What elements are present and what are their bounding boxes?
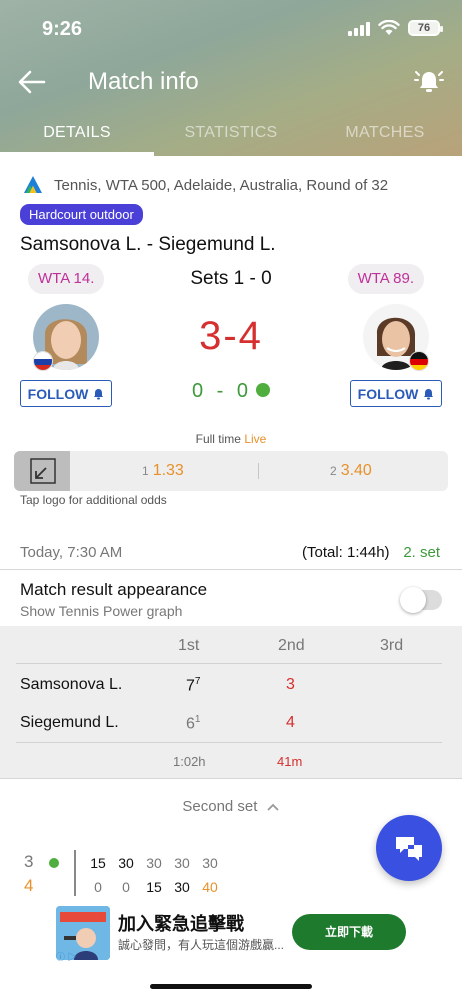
header-set-1: 1st bbox=[178, 637, 200, 654]
header-set-3: 3rd bbox=[380, 637, 404, 654]
league-text: Tennis, WTA 500, Adelaide, Australia, Ro… bbox=[54, 176, 389, 194]
row-divider bbox=[16, 742, 442, 743]
home-set-2: 3 bbox=[286, 676, 295, 693]
pbp-game-home: 3 bbox=[24, 852, 34, 871]
set-1-duration: 1:02h bbox=[173, 754, 206, 769]
tab-statistics[interactable]: STATISTICS bbox=[154, 118, 308, 156]
chat-button[interactable] bbox=[376, 815, 442, 881]
signal-icon bbox=[348, 20, 370, 36]
row-name-home: Samsonova L. bbox=[20, 676, 123, 693]
header: 9:26 76 Match info DETAILS STATISTICS MA… bbox=[0, 0, 462, 156]
tab-bar: DETAILS STATISTICS MATCHES bbox=[0, 118, 462, 156]
divider bbox=[0, 778, 462, 779]
ad-title: 加入緊急追擊戰 bbox=[118, 914, 244, 934]
away-games: 4 bbox=[238, 314, 263, 358]
appearance-title: Match result appearance bbox=[20, 580, 208, 599]
odds-hint: Tap logo for additional odds bbox=[20, 493, 167, 507]
odds-bar: 1 1.33 2 3.40 bbox=[14, 451, 448, 491]
row-divider bbox=[16, 663, 442, 664]
row-name-away: Siegemund L. bbox=[20, 714, 119, 731]
notification-bell-icon[interactable] bbox=[414, 66, 444, 96]
follow-away-button[interactable]: FOLLOW bbox=[350, 380, 442, 407]
odds-divider bbox=[258, 463, 259, 479]
serve-indicator-icon bbox=[49, 858, 59, 868]
pbp-game-away: 4 bbox=[24, 876, 34, 895]
pbp-point: 30 bbox=[174, 879, 190, 895]
away-set-2: 4 bbox=[286, 714, 295, 731]
bookmaker-logo[interactable] bbox=[14, 451, 70, 491]
status-time: 9:26 bbox=[42, 18, 83, 40]
home-indicator[interactable] bbox=[150, 984, 312, 989]
ad-description: 誠心發問，有人玩這個游戲贏... bbox=[118, 938, 285, 952]
ad-info-icon[interactable]: ⓘ ▷ bbox=[56, 950, 77, 963]
odds-away[interactable]: 2 3.40 bbox=[330, 451, 372, 491]
pbp-point: 15 bbox=[90, 855, 106, 871]
germany-flag-icon bbox=[409, 351, 429, 371]
serve-ball-icon bbox=[256, 382, 271, 397]
toggle-knob bbox=[400, 587, 426, 613]
current-set: 2. set bbox=[403, 544, 440, 561]
set-2-duration: 41m bbox=[277, 754, 303, 769]
ad-banner[interactable]: ⓘ ▷ 加入緊急追擊戰 誠心發問，有人玩這個游戲贏... 立即下載 bbox=[0, 896, 462, 968]
pbp-point: 30 bbox=[202, 855, 218, 871]
header-set-2: 2nd bbox=[278, 637, 305, 654]
battery-icon: 76 bbox=[408, 20, 443, 36]
match-status: Full time Live bbox=[195, 432, 267, 446]
power-graph-toggle[interactable] bbox=[400, 587, 442, 613]
chevron-up-icon bbox=[266, 803, 279, 811]
match-title: Samsonova L. - Siegemund L. bbox=[20, 234, 276, 255]
pbp-divider bbox=[74, 850, 76, 898]
match-info-row: Today, 7:30 AM (Total: 1:44h) 2. set bbox=[0, 544, 462, 568]
away-set-1: 61 bbox=[186, 714, 201, 733]
page-title: Match info bbox=[88, 68, 199, 95]
home-points: 0 bbox=[191, 380, 208, 402]
pbp-point: 30 bbox=[146, 855, 162, 871]
away-rank-badge[interactable]: WTA 89. bbox=[347, 264, 424, 294]
wta-logo-icon bbox=[24, 176, 42, 193]
league-row: Tennis, WTA 500, Adelaide, Australia, Ro… bbox=[22, 174, 388, 196]
live-label: Live bbox=[244, 432, 267, 446]
odds-home[interactable]: 1 1.33 bbox=[142, 451, 184, 491]
second-set-toggle[interactable]: Second set bbox=[0, 798, 462, 815]
bell-icon bbox=[424, 388, 434, 399]
wifi-icon bbox=[378, 20, 400, 35]
tab-matches[interactable]: MATCHES bbox=[308, 118, 462, 156]
surface-badge: Hardcourt outdoor bbox=[20, 204, 143, 225]
appearance-row: Match result appearance Show Tennis Powe… bbox=[0, 570, 462, 626]
set-score-table: 1st 2nd 3rd Samsonova L. 77 3 Siegemund … bbox=[0, 626, 462, 778]
match-date: Today, 7:30 AM bbox=[20, 544, 123, 561]
pbp-point: 40 bbox=[202, 879, 218, 895]
ad-download-button[interactable]: 立即下載 bbox=[292, 914, 406, 950]
status-icons: 76 bbox=[348, 20, 443, 36]
chat-bubbles-icon bbox=[396, 837, 422, 861]
back-arrow-icon[interactable] bbox=[16, 66, 48, 98]
external-link-icon bbox=[30, 458, 56, 484]
tab-details[interactable]: DETAILS bbox=[0, 118, 154, 156]
pbp-point: 0 bbox=[122, 879, 130, 895]
away-points: 0 bbox=[236, 380, 253, 402]
pbp-point: 15 bbox=[146, 879, 162, 895]
top-bar: Match info bbox=[0, 62, 462, 102]
pbp-point: 0 bbox=[94, 879, 102, 895]
home-set-1: 77 bbox=[186, 676, 201, 695]
home-games: 3 bbox=[199, 314, 224, 358]
pbp-point: 30 bbox=[174, 855, 190, 871]
pbp-point: 30 bbox=[118, 855, 134, 871]
appearance-subtitle: Show Tennis Power graph bbox=[20, 603, 183, 619]
total-duration: (Total: 1:44h) bbox=[302, 544, 390, 561]
status-bar: 9:26 76 bbox=[0, 16, 462, 44]
